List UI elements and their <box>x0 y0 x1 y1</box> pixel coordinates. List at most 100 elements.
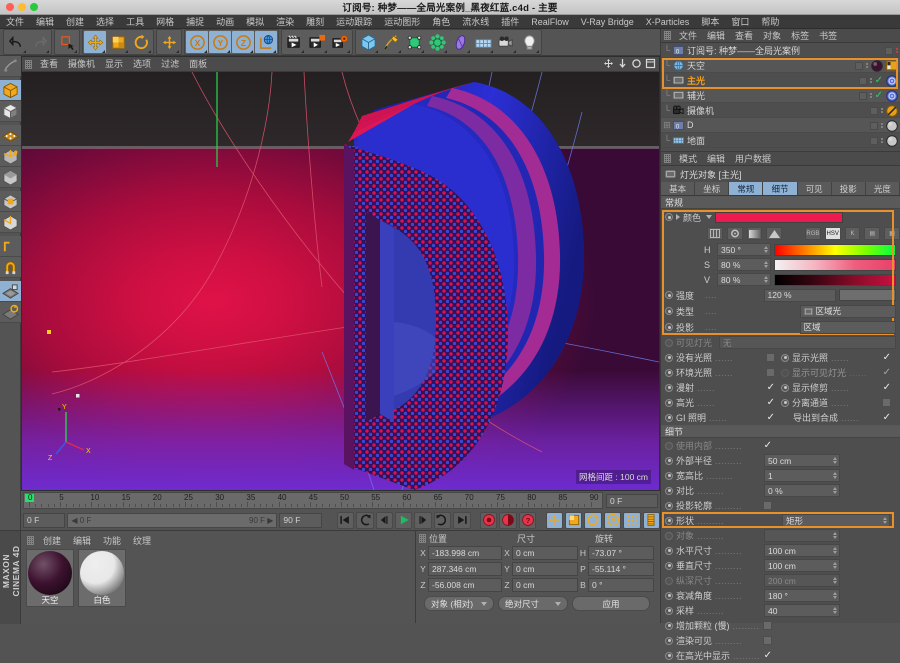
visible-editor-dot[interactable] <box>881 123 883 125</box>
detail-anim-radio-icon[interactable] <box>665 487 673 495</box>
detail-row-垂直尺寸[interactable]: 垂直尺寸.........100 cm <box>661 558 900 573</box>
om-menu-object[interactable]: 对象 <box>758 29 786 42</box>
flag-check-icon[interactable]: ✓ <box>883 383 891 393</box>
coordinates-manager[interactable]: 位置 尺寸 旋转 X -183.998 cm X 0 cm H -73.07 °… <box>415 530 660 623</box>
detail-input-衰减角度[interactable]: 180 ° <box>764 589 840 602</box>
menu-item-20[interactable]: 窗口 <box>725 15 755 29</box>
chevron-right-icon[interactable] <box>676 214 680 220</box>
detail-row-采样[interactable]: 采样.........40 <box>661 603 900 618</box>
attribute-tab-常规[interactable]: 常规 <box>729 182 763 195</box>
visible-light-anim-radio-icon[interactable] <box>665 339 673 347</box>
visibility-dots-icon[interactable] <box>870 122 878 130</box>
position-y-input[interactable]: 287.346 cm <box>428 562 502 576</box>
visible-render-dot[interactable] <box>870 96 872 98</box>
transport-rotation-key-button[interactable] <box>584 512 601 529</box>
object-manager[interactable]: 文件 编辑 查看 对象 标签 书签 └0订阅号: 种梦——全局光案例└天空└主光… <box>660 29 900 151</box>
attribute-tabs[interactable]: 基本坐标常规细节可见投影光度 <box>661 182 900 196</box>
visibility-dots-icon[interactable] <box>859 92 867 100</box>
detail-input-宽高比[interactable]: 1 <box>764 469 840 482</box>
toolbar-axis-y-button[interactable]: Y <box>209 31 231 53</box>
visible-editor-dot[interactable] <box>870 78 872 80</box>
light-flag-row-0[interactable]: 没有光照......显示光照......✓ <box>661 350 900 365</box>
flag-check-icon[interactable]: ✓ <box>767 413 775 423</box>
detail-row-形状[interactable]: 形状.........矩形 <box>661 513 900 528</box>
left-object-axis-button[interactable] <box>0 191 21 212</box>
target-tag-icon[interactable] <box>886 90 898 102</box>
coord-row-z[interactable]: Z -56.008 cm Z 0 cm B 0 ° <box>418 577 660 593</box>
toolbar-scale-button[interactable] <box>107 31 129 53</box>
detail-anim-radio-icon[interactable] <box>665 607 673 615</box>
transport-bar[interactable]: 0 F◀ 0 F90 F ▶90 F?P <box>21 510 660 530</box>
visible-editor-dot[interactable] <box>870 93 872 95</box>
transport-scale-key-button[interactable] <box>565 512 582 529</box>
menu-item-15[interactable]: 插件 <box>495 15 525 29</box>
visibility-dots[interactable] <box>881 108 883 113</box>
type-anim-radio-icon[interactable] <box>665 307 673 315</box>
color-row[interactable]: 颜色 <box>661 209 900 225</box>
detail-anim-radio-icon[interactable] <box>665 517 673 525</box>
detail-row-在高光中显示[interactable]: 在高光中显示.........✓ <box>661 648 900 663</box>
toolbar-spline-pen-button[interactable] <box>380 31 402 53</box>
hsv-row-H[interactable]: H350 ° <box>661 242 900 257</box>
color-wheel-icon[interactable] <box>727 227 743 240</box>
compositing-tag-icon[interactable] <box>886 60 898 72</box>
object-row-tags[interactable] <box>855 58 898 73</box>
visibility-dots[interactable] <box>881 138 883 143</box>
viewport-menu-options[interactable]: 选项 <box>128 57 156 72</box>
maximize-viewport-icon[interactable] <box>645 58 656 69</box>
menu-item-9[interactable]: 渲染 <box>270 15 300 29</box>
detail-row-增加颗粒 (慢)[interactable]: 增加颗粒 (慢)......... <box>661 618 900 633</box>
kelvin-space-button[interactable]: K <box>845 227 861 240</box>
flag-check-icon[interactable]: ✓ <box>767 383 775 393</box>
menu-item-7[interactable]: 动画 <box>210 15 240 29</box>
visible-render-dot[interactable] <box>896 51 898 53</box>
visibility-dots-icon[interactable] <box>855 62 863 70</box>
detail-anim-radio-icon[interactable] <box>665 652 673 660</box>
detail-check-icon[interactable]: ✓ <box>764 651 772 661</box>
object-row-tags[interactable] <box>870 118 898 133</box>
size-x-input[interactable]: 0 cm <box>512 546 578 560</box>
detail-anim-radio-icon[interactable] <box>665 592 673 600</box>
object-manager-grip-icon[interactable] <box>664 31 671 40</box>
rotation-b-input[interactable]: 0 ° <box>588 578 654 592</box>
detail-input-对比[interactable]: 0 % <box>764 484 840 497</box>
viewport-panel[interactable]: 查看 摄像机 显示 选项 过滤 面板 <box>21 56 660 491</box>
menu-item-4[interactable]: 工具 <box>120 15 150 29</box>
size-y-input[interactable]: 0 cm <box>512 562 578 576</box>
transport-keyframe-selection-button[interactable]: ? <box>519 512 536 529</box>
material-menu-create[interactable]: 创建 <box>37 534 67 547</box>
detail-row-纵深尺寸[interactable]: 纵深尺寸.........200 cm <box>661 573 900 588</box>
flag-check-icon[interactable]: ✓ <box>883 368 891 378</box>
texture-tag-icon[interactable] <box>871 60 883 72</box>
position-x-input[interactable]: -183.998 cm <box>428 546 502 560</box>
object-row-tags[interactable]: ✓ <box>859 88 898 103</box>
light-flag-没有光照[interactable]: 没有光照...... <box>665 351 781 364</box>
left-world-axis-mode-button[interactable] <box>0 212 21 233</box>
detail-row-使用内部[interactable]: 使用内部.........✓ <box>661 438 900 453</box>
detail-anim-radio-icon[interactable] <box>665 577 673 585</box>
toolbar-rotate-button[interactable] <box>130 31 152 53</box>
intensity-slider[interactable] <box>839 289 897 301</box>
left-snap-lock-button[interactable] <box>0 281 21 302</box>
light-flag-row-1[interactable]: 环境光照......显示可见灯光......✓ <box>661 365 900 380</box>
toolbar-world-axis-button[interactable] <box>158 31 180 53</box>
detail-anim-radio-icon[interactable] <box>665 472 673 480</box>
am-menu-mode[interactable]: 模式 <box>674 152 702 165</box>
toolbar-floor-scene-button[interactable] <box>472 31 494 53</box>
shadow-row[interactable]: 投影 .... 区域 <box>661 319 900 335</box>
shadow-anim-radio-icon[interactable] <box>665 323 673 331</box>
menu-item-1[interactable]: 编辑 <box>30 15 60 29</box>
am-menu-edit[interactable]: 编辑 <box>702 152 730 165</box>
gradient-icon[interactable] <box>747 227 763 240</box>
light-color-swatch[interactable] <box>715 212 843 223</box>
coord-row-y[interactable]: Y 287.346 cm Y 0 cm P -55.114 ° <box>418 561 660 577</box>
texture-tag-icon[interactable] <box>886 120 898 132</box>
menu-item-21[interactable]: 帮助 <box>755 15 785 29</box>
detail-input-采样[interactable]: 40 <box>764 604 840 617</box>
hsv-gradient-H[interactable] <box>774 244 896 256</box>
object-row-3[interactable]: └辅光✓ <box>661 88 900 103</box>
hsv-input-S[interactable]: 80 % <box>717 258 771 271</box>
intensity-row[interactable]: 强度 .... 120 % <box>661 287 900 303</box>
toolbar-live-selection-button[interactable] <box>56 31 78 53</box>
flag-check-icon[interactable]: ✓ <box>767 398 775 408</box>
